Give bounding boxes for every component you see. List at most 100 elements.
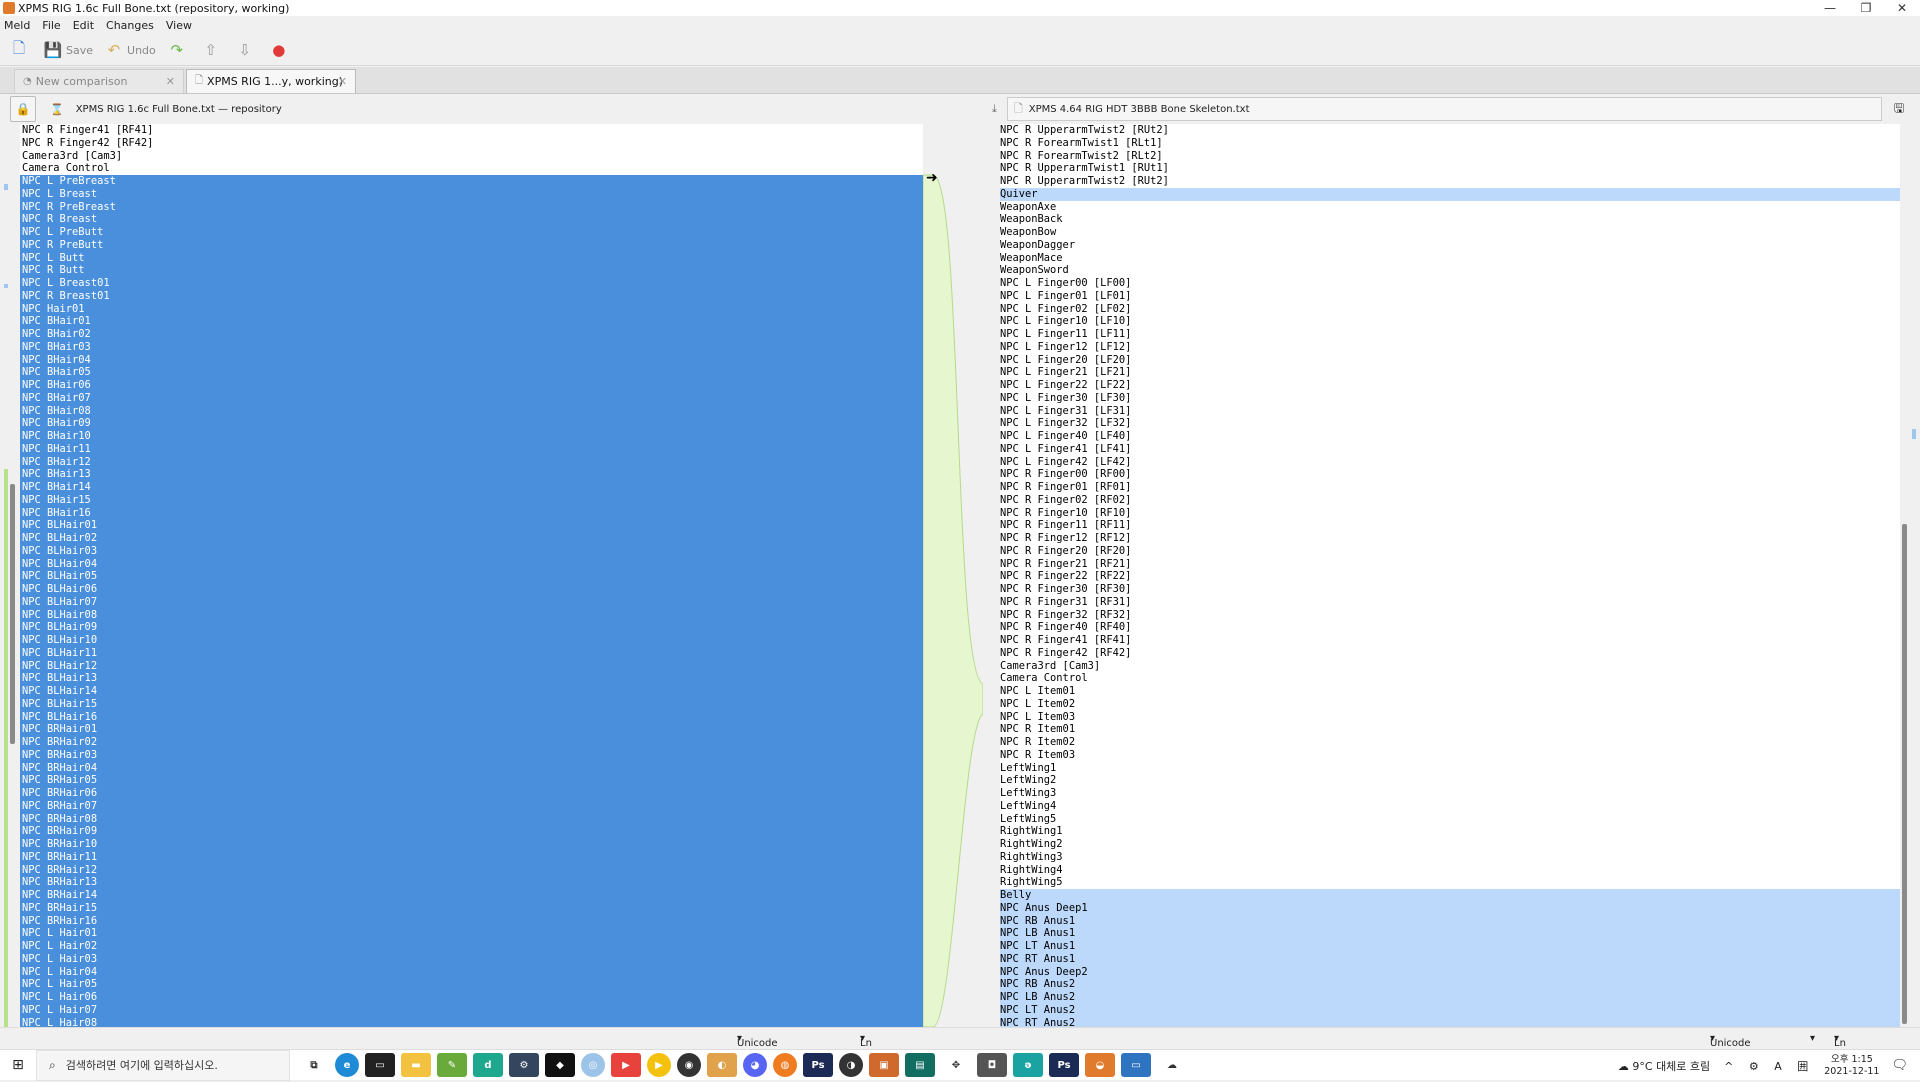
notepad-icon[interactable]: ✎	[437, 1053, 467, 1077]
text-line[interactable]: NPC R Finger41 [RF41]	[1000, 634, 1900, 647]
app-icon[interactable]: ◎	[581, 1053, 605, 1077]
settings-icon[interactable]: ⚙	[509, 1053, 539, 1077]
text-line[interactable]: NPC BLHair12	[20, 659, 923, 673]
text-line[interactable]: NPC R Finger31 [RF31]	[1000, 596, 1900, 609]
text-line[interactable]: NPC BLHair13	[20, 672, 923, 685]
text-line[interactable]: WeaponDagger	[1000, 239, 1900, 252]
text-line[interactable]: NPC BRHair06	[20, 787, 923, 800]
text-line[interactable]: NPC BLHair01	[20, 519, 923, 532]
app-icon[interactable]: ▤	[905, 1053, 935, 1077]
text-line[interactable]: NPC R Item02	[1000, 736, 1900, 749]
text-line[interactable]: NPC L Finger31 [LF31]	[1000, 405, 1900, 418]
text-line[interactable]: WeaponAxe	[1000, 201, 1900, 214]
text-line[interactable]: NPC LB Anus2	[1000, 991, 1900, 1004]
app-icon[interactable]: ◐	[707, 1053, 737, 1077]
text-line[interactable]: NPC BHair02	[20, 328, 923, 341]
text-line[interactable]: NPC BLHair11	[20, 646, 923, 660]
text-line[interactable]: NPC BHair12	[20, 455, 923, 469]
text-line[interactable]: RightWing1	[1000, 825, 1900, 838]
text-line[interactable]: NPC LB Anus1	[1000, 927, 1900, 940]
text-line[interactable]: NPC L Finger02 [LF02]	[1000, 303, 1900, 316]
text-line[interactable]: NPC LT Anus1	[1000, 940, 1900, 953]
text-line[interactable]: NPC BLHair06	[20, 583, 923, 596]
text-line[interactable]: NPC L Finger40 [LF40]	[1000, 430, 1900, 443]
text-line[interactable]: NPC R PreBreast	[20, 200, 923, 214]
text-line[interactable]: LeftWing4	[1000, 800, 1900, 813]
text-line[interactable]: NPC BRHair09	[20, 825, 923, 838]
text-line[interactable]: LeftWing1	[1000, 762, 1900, 775]
text-line[interactable]: NPC R Finger32 [RF32]	[1000, 609, 1900, 622]
edge-icon[interactable]: e	[335, 1053, 359, 1077]
text-line[interactable]: NPC R Finger11 [RF11]	[1000, 519, 1900, 532]
right-cursor-position[interactable]: Ln 53, Col 20 ▾	[1834, 1033, 1850, 1082]
text-line[interactable]: NPC BRHair10	[20, 838, 923, 851]
change-start-line[interactable]: Quiver✖	[1000, 187, 1900, 201]
change-start-line[interactable]: Belly✖	[1000, 889, 1900, 902]
text-line[interactable]: NPC BHair01	[20, 315, 923, 328]
text-line[interactable]: NPC BHair07	[20, 391, 923, 405]
task-view-icon[interactable]: ⧉	[299, 1053, 329, 1077]
right-dropdown-arrow[interactable]: ▾	[1810, 1033, 1815, 1044]
text-line[interactable]: NPC BHair08	[20, 404, 923, 418]
app-icon[interactable]: ◘	[977, 1053, 1007, 1077]
undo-button[interactable]: ↶ Undo	[105, 41, 156, 59]
chrome-icon[interactable]: ◉	[677, 1053, 701, 1077]
discord-icon[interactable]: ◕	[743, 1053, 767, 1077]
text-line[interactable]: NPC BRHair08	[20, 812, 923, 826]
text-line[interactable]: NPC L Finger12 [LF12]	[1000, 341, 1900, 354]
app-icon[interactable]: ▶	[611, 1053, 641, 1077]
text-line[interactable]: NPC BRHair13	[20, 876, 923, 889]
text-line[interactable]: NPC BLHair04	[20, 557, 923, 571]
media-player-icon[interactable]: ▶	[647, 1053, 671, 1077]
text-line[interactable]: WeaponBack	[1000, 213, 1900, 226]
text-line[interactable]: NPC BRHair16	[20, 914, 923, 928]
text-line[interactable]: NPC L Hair06	[20, 991, 923, 1004]
text-line[interactable]: NPC Anus Deep1	[1000, 901, 1900, 915]
text-line[interactable]: WeaponSword	[1000, 264, 1900, 277]
text-line[interactable]: Camera Control	[1000, 672, 1900, 685]
text-line[interactable]: NPC BHair10	[20, 430, 923, 443]
text-line[interactable]: NPC L Finger30 [LF30]	[1000, 392, 1900, 405]
text-line[interactable]: NPC L Finger11 [LF11]	[1000, 328, 1900, 341]
text-line[interactable]: NPC L Hair02	[20, 940, 923, 953]
firefox-icon[interactable]: ◍	[773, 1053, 797, 1077]
windows-start-icon[interactable]: ⊞	[0, 1050, 36, 1081]
file-explorer-icon[interactable]: ▬	[401, 1053, 431, 1077]
text-line[interactable]: NPC RB Anus2	[1000, 978, 1900, 991]
text-line[interactable]: NPC L PreButt	[20, 226, 923, 239]
right-text-pane[interactable]: NPC R UpperarmTwist2 [RUt2] NPC R Forearm…	[1000, 124, 1900, 1027]
right-encoding-selector[interactable]: Unicode (UTF-8) ▾	[1710, 1033, 1751, 1060]
text-line[interactable]: NPC R Item01	[1000, 723, 1900, 736]
text-line[interactable]: NPC L Butt	[20, 251, 923, 265]
text-line[interactable]: NPC L Finger21 [LF21]	[1000, 366, 1900, 379]
text-line[interactable]: NPC L Breast	[20, 187, 923, 201]
text-line[interactable]: NPC R Finger41 [RF41]	[20, 124, 923, 137]
right-file-chooser[interactable]: 🗋 XPMS 4.64 RIG HDT 3BBB Bone Skeleton.t…	[1006, 97, 1882, 121]
text-line[interactable]: NPC BHair09	[20, 417, 923, 430]
text-line[interactable]: NPC Hair01	[20, 302, 923, 316]
text-line[interactable]: NPC R Finger21 [RF21]	[1000, 558, 1900, 571]
text-line[interactable]: NPC BRHair14	[20, 889, 923, 902]
photoshop-icon[interactable]: Ps	[1049, 1053, 1079, 1077]
text-line[interactable]: NPC BLHair09	[20, 621, 923, 634]
text-line[interactable]: NPC BHair03	[20, 340, 923, 354]
text-line[interactable]: NPC L Item02	[1000, 698, 1900, 711]
text-line[interactable]: NPC L Finger00 [LF00]	[1000, 277, 1900, 290]
text-line[interactable]: RightWing5	[1000, 876, 1900, 889]
save-right-button[interactable]: 🖫	[1888, 98, 1910, 120]
text-line[interactable]: NPC BLHair07	[20, 595, 923, 609]
text-line[interactable]: NPC RB Anus1	[1000, 914, 1900, 928]
text-line[interactable]: NPC Anus Deep2	[1000, 965, 1900, 979]
app-icon[interactable]: ◑	[839, 1053, 863, 1077]
maximize-button[interactable]: ❐	[1848, 0, 1884, 16]
text-line[interactable]: NPC BRHair04	[20, 761, 923, 775]
text-line[interactable]: LeftWing5	[1000, 813, 1900, 826]
text-line[interactable]: NPC BHair14	[20, 481, 923, 494]
text-line[interactable]: NPC L Hair08	[20, 1016, 923, 1027]
text-line[interactable]: NPC L Breast01	[20, 277, 923, 290]
text-line[interactable]: LeftWing2	[1000, 774, 1900, 787]
text-line[interactable]: NPC L Hair03	[20, 952, 923, 966]
text-line[interactable]: NPC BHair05	[20, 366, 923, 379]
apply-change-arrow-icon[interactable]: ➜	[926, 170, 938, 186]
app-icon[interactable]: ▣	[869, 1053, 899, 1077]
